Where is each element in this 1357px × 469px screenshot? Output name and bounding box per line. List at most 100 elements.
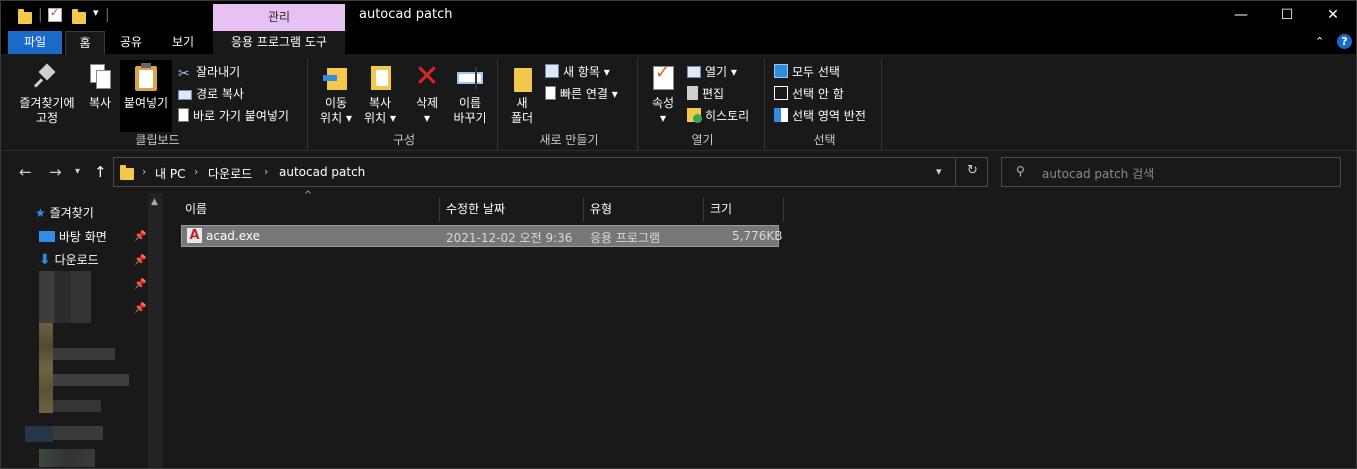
help-icon[interactable]: ? xyxy=(1337,34,1352,49)
address-row: ← → ▾ ↑ › 내 PC › 다운로드 › autocad patch ▾ … xyxy=(1,151,1356,193)
pin-icon[interactable]: 📌 xyxy=(134,231,146,242)
new-item-button[interactable]: 새 항목 ▾ xyxy=(545,62,610,82)
column-header-type[interactable]: 유형 xyxy=(584,197,704,221)
select-none-icon xyxy=(774,86,788,100)
obscured-nav-icon xyxy=(25,426,53,442)
tab-file[interactable]: 파일 xyxy=(8,31,62,54)
column-header-date[interactable]: 수정한 날짜 xyxy=(440,197,584,221)
delete-x-icon: ✕ xyxy=(414,59,440,94)
obscured-nav-label xyxy=(53,426,103,440)
copy-to-button[interactable]: 복사 위치 ▾ xyxy=(359,60,401,126)
file-date: 2021-12-02 오전 9:36 xyxy=(446,231,573,245)
download-arrow-icon: ⬇ xyxy=(39,252,51,268)
table-row[interactable]: A acad.exe 2021-12-02 오전 9:36 응용 프로그램 5,… xyxy=(181,225,782,247)
crumb-separator[interactable]: › xyxy=(264,165,268,178)
group-label-select: 선택 xyxy=(813,133,836,147)
paste-shortcut-button[interactable]: 바로 가기 붙여넣기 xyxy=(178,106,289,126)
delete-button[interactable]: ✕ 삭제 ▾ xyxy=(409,60,445,126)
easy-access-button[interactable]: 빠른 연결 ▾ xyxy=(545,84,618,104)
copy-to-icon xyxy=(365,62,395,92)
new-folder-label-2: 폴더 xyxy=(510,111,534,125)
separator: | xyxy=(38,7,43,23)
crumb-downloads[interactable]: 다운로드 xyxy=(208,165,252,182)
copy-to-label-1: 복사 xyxy=(368,96,392,110)
edit-button[interactable]: 편집 xyxy=(687,84,724,104)
pin-label-2: 고정 xyxy=(35,111,59,125)
pin-icon[interactable]: 📌 xyxy=(134,255,146,266)
obscured-folder-icons xyxy=(39,323,53,413)
address-dropdown-icon[interactable]: ▾ xyxy=(936,165,942,178)
column-header-size[interactable]: 크기 xyxy=(704,197,784,221)
group-open: ✓ 속성 ▾ 열기 ▾ 편집 히스토리 열기 xyxy=(641,58,765,150)
close-button[interactable]: ✕ xyxy=(1310,1,1356,31)
new-folder-quick-icon[interactable] xyxy=(72,9,86,24)
new-folder-button[interactable]: 새 폴더 xyxy=(505,60,539,126)
folder-icon xyxy=(120,165,134,180)
new-item-icon xyxy=(545,64,559,78)
obscured-nav-items xyxy=(39,449,95,467)
path-icon xyxy=(178,90,192,100)
scissors-icon: ✂ xyxy=(178,66,190,82)
maximize-button[interactable]: ☐ xyxy=(1264,1,1310,31)
search-box[interactable]: ⚲ autocad patch 검색 xyxy=(1001,157,1341,187)
copy-button[interactable]: 복사 xyxy=(82,60,118,111)
open-window-icon xyxy=(687,66,701,78)
tab-home[interactable]: 홈 xyxy=(65,31,105,54)
crumb-autocad-patch[interactable]: autocad patch xyxy=(279,165,365,179)
nav-quick-access[interactable]: ★ 즐겨찾기 xyxy=(35,203,94,223)
refresh-icon[interactable]: ↻ xyxy=(967,163,978,178)
crumb-separator[interactable]: › xyxy=(142,165,146,178)
address-bar[interactable]: › 내 PC › 다운로드 › autocad patch ▾ ↻ xyxy=(113,157,988,187)
minimize-button[interactable]: — xyxy=(1218,1,1264,31)
crumb-this-pc[interactable]: 내 PC xyxy=(155,165,185,182)
explorer-window: | ✓ ▾ | 관리 autocad patch — ☐ ✕ 파일 홈 공유 보… xyxy=(0,0,1357,469)
nav-desktop[interactable]: 바탕 화면 xyxy=(39,227,107,247)
new-item-label: 새 항목 xyxy=(563,65,600,79)
properties-button[interactable]: ✓ 속성 ▾ xyxy=(645,60,681,126)
recent-locations-chevron-icon[interactable]: ▾ xyxy=(75,166,80,177)
tab-view[interactable]: 보기 xyxy=(159,31,207,54)
open-label: 열기 xyxy=(705,65,728,79)
rename-button[interactable]: 이름 바꾸기 xyxy=(448,60,492,126)
nav-downloads[interactable]: ⬇ 다운로드 xyxy=(39,250,99,270)
window-title: autocad patch xyxy=(359,7,453,22)
up-arrow-icon[interactable]: ↑ xyxy=(94,163,107,181)
column-header-name[interactable]: 이름 xyxy=(179,197,440,221)
paste-button[interactable]: 붙여넣기 xyxy=(120,60,172,132)
delete-dropdown-icon: ▾ xyxy=(423,111,431,125)
shortcut-icon xyxy=(178,108,189,122)
new-folder-icon xyxy=(507,62,537,92)
crumb-separator[interactable]: › xyxy=(194,165,198,178)
properties-label: 속성 xyxy=(651,96,675,110)
history-button[interactable]: 히스토리 xyxy=(687,106,749,126)
invert-selection-button[interactable]: 선택 영역 반전 xyxy=(774,106,866,126)
move-to-button[interactable]: 이동 위치 ▾ xyxy=(315,60,357,126)
nav-scrollbar[interactable]: ▲ xyxy=(148,193,163,468)
navigation-pane: ★ 즐겨찾기 바탕 화면 📌 ⬇ 다운로드 📌 📌 📌 xyxy=(1,193,166,468)
copy-icon xyxy=(85,62,115,92)
quick-access-dropdown-icon[interactable]: ▾ xyxy=(93,6,99,19)
pin-icon[interactable]: 📌 xyxy=(134,279,146,290)
invert-selection-icon xyxy=(774,108,788,122)
properties-dropdown-icon: ▾ xyxy=(659,111,667,125)
paste-label: 붙여넣기 xyxy=(123,96,169,110)
group-label-clipboard: 클립보드 xyxy=(135,133,180,147)
cut-button[interactable]: ✂ 잘라내기 xyxy=(178,62,240,82)
copy-path-button[interactable]: 경로 복사 xyxy=(178,84,244,104)
easy-access-icon xyxy=(545,86,556,100)
tab-app-tools[interactable]: 응용 프로그램 도구 xyxy=(213,31,345,54)
pin-icon[interactable]: 📌 xyxy=(134,303,146,314)
forward-arrow-icon[interactable]: → xyxy=(49,163,62,181)
back-arrow-icon[interactable]: ← xyxy=(19,163,32,181)
scroll-up-icon[interactable]: ▲ xyxy=(151,197,158,207)
properties-quick-icon[interactable]: ✓ xyxy=(48,6,62,22)
new-folder-label-1: 새 xyxy=(516,96,528,110)
select-all-button[interactable]: 모두 선택 xyxy=(774,62,840,82)
search-input[interactable]: autocad patch 검색 xyxy=(1042,165,1154,182)
folder-icon xyxy=(18,9,32,24)
tab-share[interactable]: 공유 xyxy=(109,31,153,54)
chevron-up-icon[interactable]: ⌃ xyxy=(1315,35,1324,48)
pin-to-quick-access-button[interactable]: 즐겨찾기에 고정 xyxy=(12,60,82,126)
open-button[interactable]: 열기 ▾ xyxy=(687,62,737,82)
select-none-button[interactable]: 선택 안 함 xyxy=(774,84,844,104)
